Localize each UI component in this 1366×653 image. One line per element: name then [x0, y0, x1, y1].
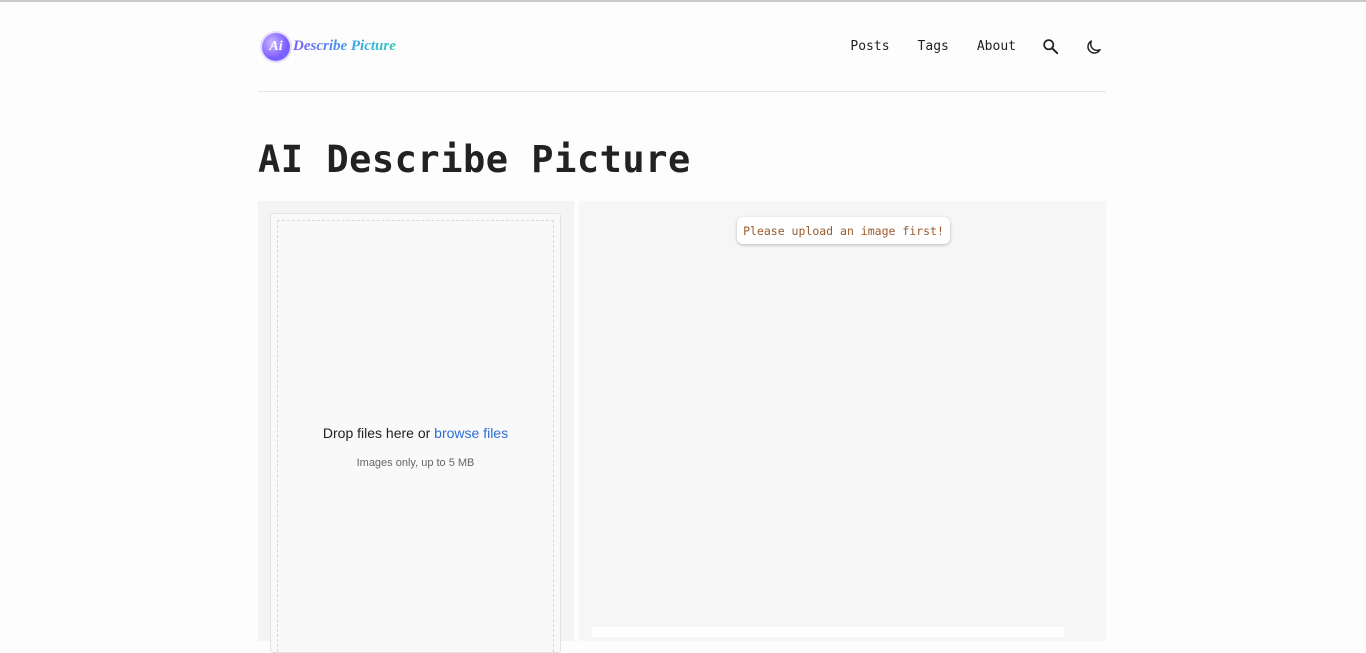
logo-text: Describe Picture [293, 38, 396, 54]
page-container: Ai Describe Picture Posts Tags About AI … [258, 0, 1106, 653]
drop-prefix-text: Drop files here or [322, 425, 435, 441]
logo-badge-icon: Ai [262, 32, 290, 61]
site-header: Ai Describe Picture Posts Tags About [258, 0, 1106, 92]
upload-warning-toast: Please upload an image first! [737, 217, 950, 244]
nav-about-link[interactable]: About [977, 39, 1016, 54]
result-panel: Please upload an image first! [579, 201, 1106, 641]
browse-files-link[interactable]: browse files [434, 425, 508, 441]
moon-icon[interactable] [1084, 37, 1104, 57]
upload-panel: Drop files here or browse files Images o… [258, 201, 574, 653]
site-logo[interactable]: Ai Describe Picture [262, 32, 396, 61]
upload-hint: Images only, up to 5 MB [356, 457, 475, 469]
main-nav: Posts Tags About [850, 37, 1104, 57]
nav-posts-link[interactable]: Posts [850, 39, 889, 54]
upload-box: Drop files here or browse files Images o… [270, 213, 561, 653]
page-title: AI Describe Picture [258, 138, 691, 181]
nav-tags-link[interactable]: Tags [918, 39, 949, 54]
search-icon[interactable] [1040, 37, 1060, 57]
file-dropzone[interactable]: Drop files here or browse files Images o… [277, 220, 554, 652]
result-output-area [592, 627, 1064, 637]
drop-instructions: Drop files here or browse files [278, 425, 553, 441]
